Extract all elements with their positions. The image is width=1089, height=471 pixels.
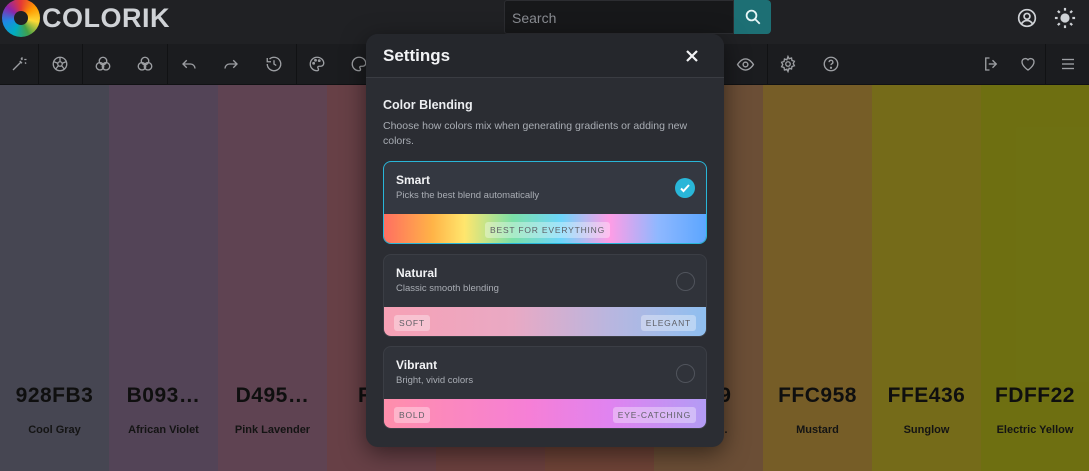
smart-gradient-preview: BEST FOR EVERYTHING [384,214,706,243]
tag-best-for-everything: BEST FOR EVERYTHING [485,222,611,238]
option-name: Natural [396,266,438,280]
option-description: Bright, vivid colors [396,375,474,386]
blend-option-vibrant[interactable]: Vibrant Bright, vivid colors BOLD EYE-CA… [383,346,707,429]
natural-gradient-preview: SOFT ELEGANT [384,307,706,336]
option-description: Classic smooth blending [396,283,499,294]
user-icon [1017,8,1037,28]
option-description: Picks the best blend automatically [396,190,540,201]
search-icon [745,9,760,25]
vibrant-gradient-preview: BOLD EYE-CATCHING [384,399,706,428]
settings-modal: Settings Color Blending Choose how color… [366,34,724,447]
account-button[interactable] [1015,6,1039,30]
sun-icon [1054,7,1076,29]
search-button[interactable] [734,0,771,34]
close-button[interactable] [682,46,702,66]
section-description: Choose how colors mix when generating gr… [383,120,688,147]
blend-option-natural[interactable]: Natural Classic smooth blending SOFT ELE… [383,254,707,337]
modal-title: Settings [383,46,451,65]
tag-eye-catching: EYE-CATCHING [612,407,696,423]
close-icon [686,50,698,62]
check-icon [680,184,690,193]
modal-header: Settings [366,34,724,78]
section-title: Color Blending [383,98,473,112]
blend-option-smart[interactable]: Smart Picks the best blend automatically… [383,161,707,244]
radio-unselected [676,272,695,291]
tag-soft: SOFT [394,315,430,331]
tag-bold: BOLD [394,407,431,423]
option-name: Vibrant [396,358,438,372]
logo[interactable]: COLORIK [2,0,170,37]
search-input[interactable]: Search [504,0,734,34]
tag-elegant: ELEGANT [640,315,696,331]
radio-unselected [676,364,695,383]
color-wheel-logo-icon [2,0,40,37]
theme-button[interactable] [1053,6,1077,30]
app-name: COLORIK [42,2,170,33]
selected-check [675,178,695,198]
option-name: Smart [396,173,431,187]
